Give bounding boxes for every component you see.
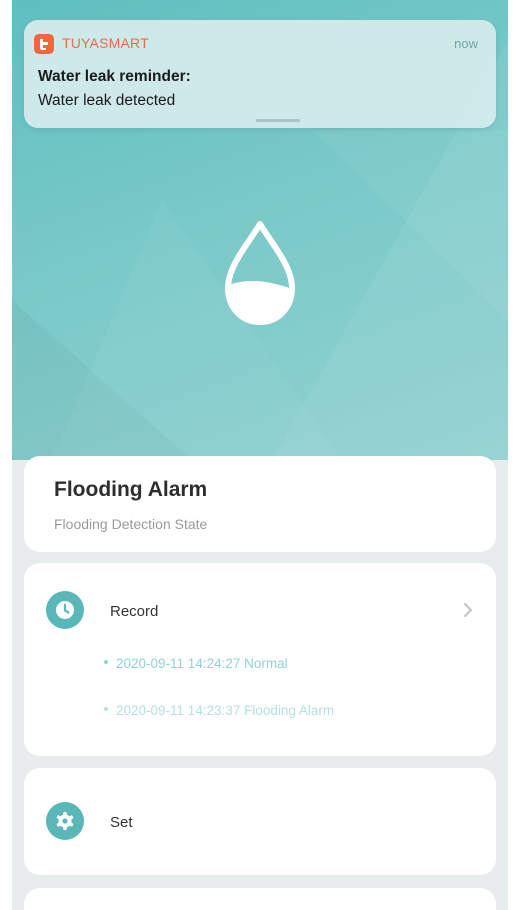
set-label: Set (110, 814, 133, 831)
notification-title: Water leak reminder: (38, 68, 191, 85)
chevron-right-icon[interactable] (460, 601, 476, 619)
set-card[interactable]: Set (24, 768, 496, 875)
notification-time: now (454, 36, 478, 51)
next-card[interactable] (24, 888, 496, 910)
status-subtitle: Flooding Detection State (54, 516, 208, 532)
device-screen: TUYASMART now Water leak reminder: Water… (12, 0, 508, 910)
record-entry: 2020-09-11 14:24:27 Normal (104, 656, 288, 671)
record-entry-text: 2020-09-11 14:24:27 Normal (116, 656, 288, 671)
bullet-dot-icon (104, 707, 108, 712)
clock-icon (46, 591, 84, 629)
gear-icon (46, 802, 84, 840)
record-entry-text: 2020-09-11 14:23:37 Flooding Alarm (116, 703, 335, 718)
status-title: Flooding Alarm (54, 478, 208, 501)
status-card: Flooding Alarm Flooding Detection State (24, 456, 496, 552)
tuya-logo-icon (34, 34, 54, 54)
record-entry: 2020-09-11 14:23:37 Flooding Alarm (104, 703, 334, 718)
bullet-dot-icon (104, 660, 108, 665)
notification-app-name: TUYASMART (62, 35, 149, 51)
record-label: Record (110, 603, 159, 620)
water-drop-icon (225, 221, 295, 325)
notification-body: Water leak detected (38, 92, 176, 109)
notification-grabber[interactable] (256, 119, 300, 122)
